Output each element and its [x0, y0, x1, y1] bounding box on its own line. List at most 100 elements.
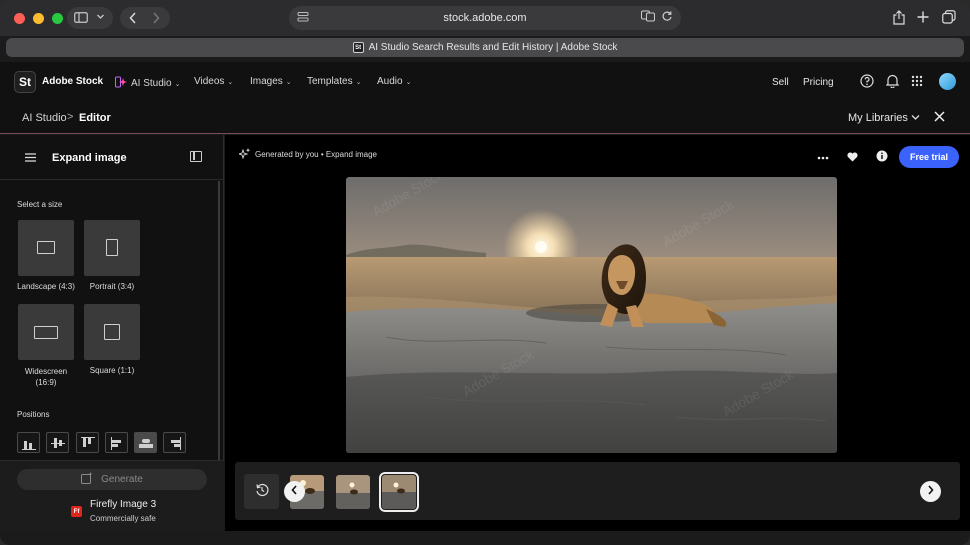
- browser-window: stock.adobe.com St AI Studio Search Resu…: [0, 0, 970, 545]
- chevron-down-icon: [911, 112, 920, 124]
- browser-toolbar: stock.adobe.com: [0, 0, 970, 36]
- position-bottom-button[interactable]: [17, 432, 40, 453]
- position-top-button[interactable]: [76, 432, 99, 453]
- ai-studio-icon: [115, 76, 128, 91]
- generate-button[interactable]: Generate: [17, 469, 207, 490]
- size-widescreen-label: Widescreen (16:9): [24, 367, 68, 387]
- panel-header: Expand image: [0, 135, 224, 180]
- sidebar-toggle-group[interactable]: [67, 7, 113, 29]
- expand-image-panel: Expand image Select a size Landscape (4:…: [0, 135, 224, 531]
- more-options-icon[interactable]: [817, 149, 829, 163]
- zoom-window-button[interactable]: [52, 12, 63, 24]
- position-left-button[interactable]: [105, 432, 128, 453]
- size-square-button[interactable]: [84, 304, 140, 360]
- sell-link[interactable]: Sell: [772, 77, 789, 88]
- nav-audio[interactable]: Audio ⌄: [377, 76, 411, 87]
- history-filmstrip: [235, 462, 960, 520]
- panel-title: Expand image: [52, 152, 127, 164]
- scroll-left-button[interactable]: [284, 481, 305, 502]
- widescreen-icon: [34, 326, 58, 339]
- address-bar[interactable]: stock.adobe.com: [289, 6, 681, 30]
- positions-label: Positions: [17, 410, 50, 419]
- info-icon[interactable]: [876, 150, 888, 165]
- heart-icon[interactable]: [847, 151, 858, 165]
- select-size-label: Select a size: [17, 200, 63, 209]
- chevron-down-icon[interactable]: [96, 12, 105, 21]
- history-thumbnail[interactable]: [336, 475, 370, 509]
- breadcrumb-ai-studio[interactable]: AI Studio: [22, 112, 67, 124]
- forward-icon[interactable]: [152, 12, 160, 24]
- page-settings-icon[interactable]: [297, 11, 309, 26]
- nav-videos-label: Videos: [194, 76, 225, 87]
- window-controls: [14, 12, 63, 24]
- help-icon[interactable]: [860, 74, 874, 88]
- brand-name[interactable]: Adobe Stock: [42, 76, 103, 87]
- scroll-right-button[interactable]: [920, 481, 941, 502]
- notifications-icon[interactable]: [885, 74, 899, 88]
- translate-icon[interactable]: [641, 10, 655, 25]
- nav-videos[interactable]: Videos ⌄: [194, 76, 233, 87]
- size-widescreen-button[interactable]: [18, 304, 74, 360]
- adobe-stock-logo[interactable]: St: [14, 71, 36, 93]
- model-name: Firefly Image 3: [90, 499, 157, 510]
- generate-icon: [81, 472, 93, 487]
- nav-ai-studio[interactable]: AI Studio ⌄: [115, 76, 180, 91]
- breadcrumb-separator: >: [67, 111, 74, 123]
- chevron-left-icon: [291, 485, 298, 498]
- new-tab-icon[interactable]: [917, 11, 929, 23]
- history-icon: [255, 483, 269, 500]
- back-icon[interactable]: [129, 12, 137, 24]
- menu-icon[interactable]: [25, 151, 36, 165]
- sparkle-icon: [237, 148, 251, 161]
- size-landscape-label: Landscape (4:3): [17, 282, 75, 291]
- portrait-icon: [106, 239, 118, 256]
- position-center-button[interactable]: [134, 432, 157, 453]
- panel-scrollbar[interactable]: [218, 181, 220, 463]
- size-portrait-label: Portrait (3:4): [89, 282, 135, 291]
- user-avatar[interactable]: [939, 73, 956, 90]
- generation-info: Generated by you • Expand image: [237, 148, 377, 161]
- editor-breadcrumb-bar: AI Studio > Editor My Libraries: [0, 102, 970, 134]
- generated-lion-image: Adobe Stock Adobe Stock Adobe Stock Adob…: [346, 177, 837, 453]
- generation-info-text: Generated by you • Expand image: [255, 150, 377, 159]
- my-libraries-dropdown[interactable]: My Libraries: [848, 112, 920, 124]
- tab-overview-icon[interactable]: [942, 10, 956, 24]
- firefly-logo-icon: Ff: [71, 506, 82, 517]
- size-square-label: Square (1:1): [89, 366, 135, 375]
- breadcrumb-editor: Editor: [79, 112, 111, 124]
- chevron-down-icon: ⌄: [174, 80, 181, 88]
- close-window-button[interactable]: [14, 12, 25, 24]
- generate-label: Generate: [101, 474, 143, 485]
- size-landscape-button[interactable]: [18, 220, 74, 276]
- apps-grid-icon[interactable]: [910, 74, 924, 88]
- nav-audio-label: Audio: [377, 76, 403, 87]
- size-portrait-button[interactable]: [84, 220, 140, 276]
- my-libraries-label: My Libraries: [848, 112, 908, 124]
- square-icon: [104, 324, 120, 340]
- position-right-button[interactable]: [163, 432, 186, 453]
- collapse-panel-icon[interactable]: [190, 151, 202, 162]
- history-nav-group: [120, 7, 170, 29]
- chevron-down-icon: ⌄: [355, 78, 362, 86]
- position-center-vertical-button[interactable]: [46, 432, 69, 453]
- panel-footer: Generate Ff Firefly Image 3 Commercially…: [0, 460, 224, 531]
- reload-icon[interactable]: [661, 10, 673, 25]
- nav-images[interactable]: Images ⌄: [250, 76, 292, 87]
- nav-images-label: Images: [250, 76, 283, 87]
- chevron-down-icon: ⌄: [405, 78, 412, 86]
- site-header: St Adobe Stock AI Studio ⌄ Videos ⌄ Imag…: [0, 62, 970, 102]
- nav-ai-studio-label: AI Studio: [131, 78, 172, 89]
- nav-templates[interactable]: Templates ⌄: [307, 76, 361, 87]
- free-trial-button[interactable]: Free trial: [899, 146, 959, 168]
- minimize-window-button[interactable]: [33, 12, 44, 24]
- share-icon[interactable]: [893, 10, 905, 25]
- tab-favicon: St: [352, 42, 364, 53]
- chevron-right-icon: [927, 485, 934, 498]
- history-button[interactable]: [244, 474, 279, 509]
- browser-tab[interactable]: St AI Studio Search Results and Edit His…: [6, 38, 964, 57]
- chevron-down-icon: ⌄: [227, 78, 234, 86]
- sidebar-icon[interactable]: [74, 12, 88, 23]
- pricing-link[interactable]: Pricing: [803, 77, 834, 88]
- close-editor-icon[interactable]: [934, 109, 945, 125]
- history-thumbnail-selected[interactable]: [379, 472, 419, 512]
